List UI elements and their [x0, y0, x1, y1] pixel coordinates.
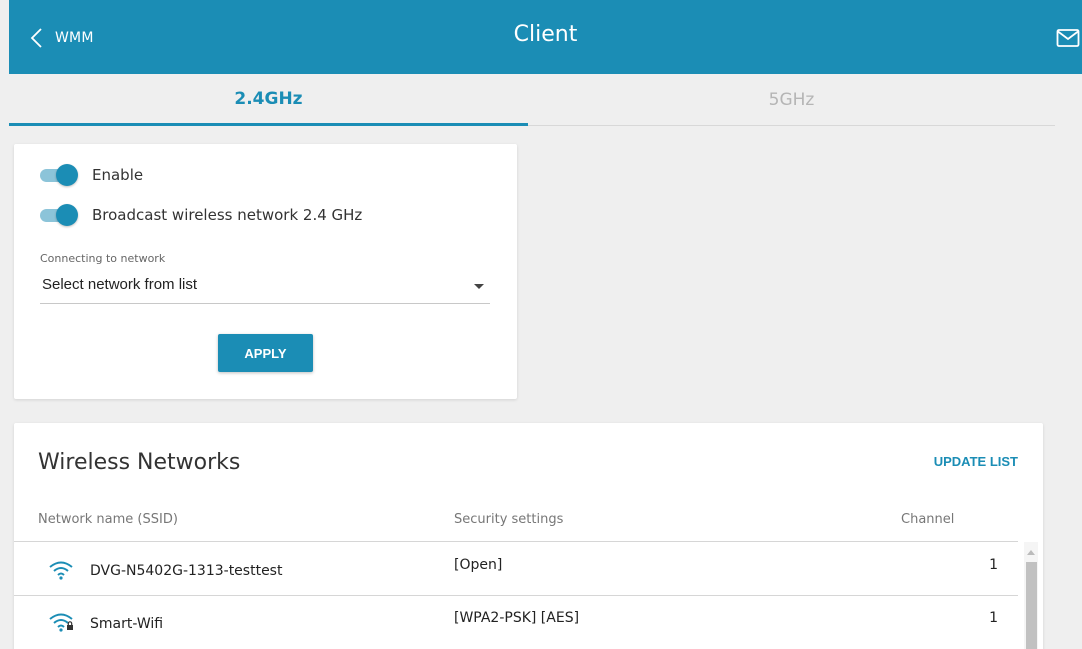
broadcast-toggle[interactable]: Broadcast wireless network 2.4 GHz	[40, 202, 362, 228]
section-title: Wireless Networks	[38, 450, 241, 475]
apply-button[interactable]: APPLY	[218, 334, 313, 372]
caret-down-icon	[474, 284, 484, 289]
network-channel: 1	[989, 557, 998, 573]
network-security: [WPA2-PSK] [AES]	[454, 610, 580, 626]
wifi-lock-icon	[49, 613, 73, 632]
network-ssid: DVG-N5402G-1313-testtest	[90, 563, 283, 579]
switch-knob	[56, 164, 78, 186]
network-ssid: Smart-Wifi	[90, 616, 164, 632]
column-header-ssid: Network name (SSID)	[38, 512, 178, 527]
scrollbar-thumb[interactable]	[1026, 562, 1037, 649]
network-select[interactable]: Select network from list	[40, 268, 490, 304]
table-scrollbar[interactable]	[1024, 542, 1038, 649]
network-security: [Open]	[454, 557, 503, 573]
network-channel: 1	[989, 610, 998, 626]
update-list-button[interactable]: UPDATE LIST	[934, 454, 1018, 469]
column-header-channel: Channel	[901, 512, 955, 527]
enable-toggle[interactable]: Enable	[40, 162, 143, 188]
enable-label: Enable	[92, 166, 144, 184]
wifi-icon	[49, 561, 73, 580]
broadcast-switch[interactable]	[40, 204, 78, 226]
page-title: Client	[513, 22, 578, 47]
band-tabs: 2.4GHz 5GHz	[9, 74, 1055, 126]
enable-switch[interactable]	[40, 164, 78, 186]
tab-5ghz[interactable]: 5GHz	[528, 74, 1055, 126]
mail-icon[interactable]	[1056, 28, 1080, 48]
column-header-security: Security settings	[454, 512, 564, 527]
switch-knob	[56, 204, 78, 226]
top-bar: WMM Client	[9, 0, 1082, 74]
table-row[interactable]: Smart-Wifi [WPA2-PSK] [AES] 1	[14, 596, 1018, 649]
broadcast-label: Broadcast wireless network 2.4 GHz	[92, 206, 363, 224]
network-select-value: Select network from list	[42, 276, 198, 293]
client-settings-card: Enable Broadcast wireless network 2.4 GH…	[14, 144, 517, 399]
tab-2-4ghz[interactable]: 2.4GHz	[9, 74, 528, 126]
connecting-network-label: Connecting to network	[40, 252, 166, 265]
table-row[interactable]: DVG-N5402G-1313-testtest [Open] 1	[14, 542, 1018, 596]
scroll-up-icon[interactable]	[1027, 550, 1035, 555]
wireless-networks-card: Wireless Networks UPDATE LIST Network na…	[14, 423, 1043, 649]
